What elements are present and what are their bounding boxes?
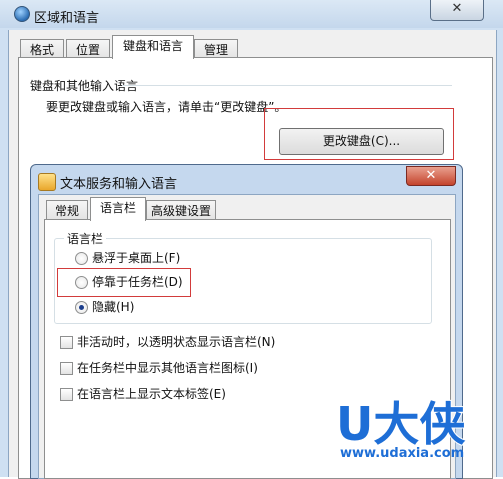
highlight-box-change-keyboards	[264, 108, 454, 160]
highlight-box-docked-option	[57, 268, 191, 297]
watermark-logo-text: U大侠	[336, 397, 466, 448]
checkbox-transparent-when-inactive-label[interactable]: 非活动时，以透明状态显示语言栏(N)	[77, 333, 275, 350]
language-bar-group-label: 语言栏	[64, 230, 107, 247]
tab-language-bar[interactable]: 语言栏	[90, 197, 146, 221]
keyboard-group-description: 要更改键盘或输入语言，请单击“更改键盘”。	[46, 100, 287, 114]
checkbox-transparent-when-inactive[interactable]	[60, 336, 73, 349]
back-window-title: 区域和语言	[34, 11, 100, 26]
radio-float-on-desktop-label[interactable]: 悬浮于桌面上(F)	[92, 249, 180, 266]
checkbox-show-text-labels[interactable]	[60, 388, 73, 401]
globe-icon	[14, 6, 30, 22]
radio-hidden[interactable]	[75, 301, 88, 314]
tab-keyboards-languages[interactable]: 键盘和语言	[112, 35, 194, 59]
udaxia-watermark-logo: U大侠	[335, 396, 467, 448]
front-dialog-title: 文本服务和输入语言	[60, 177, 178, 192]
tab-advanced-key-settings[interactable]: 高级键设置	[146, 200, 216, 221]
radio-hidden-label[interactable]: 隐藏(H)	[92, 298, 134, 315]
radio-float-on-desktop[interactable]	[75, 252, 88, 265]
keyboard-icon	[38, 173, 56, 191]
group-divider	[122, 85, 452, 86]
tab-general[interactable]: 常规	[46, 200, 88, 221]
checkbox-additional-taskbar-icons[interactable]	[60, 362, 73, 375]
checkbox-additional-taskbar-icons-label[interactable]: 在任务栏中显示其他语言栏图标(I)	[77, 359, 258, 376]
back-window-close-button[interactable]: ✕	[430, 0, 484, 21]
front-dialog-close-button[interactable]: ✕	[406, 166, 456, 186]
checkbox-show-text-labels-label[interactable]: 在语言栏上显示文本标签(E)	[77, 385, 226, 402]
watermark-url: www.udaxia.com	[340, 446, 465, 461]
